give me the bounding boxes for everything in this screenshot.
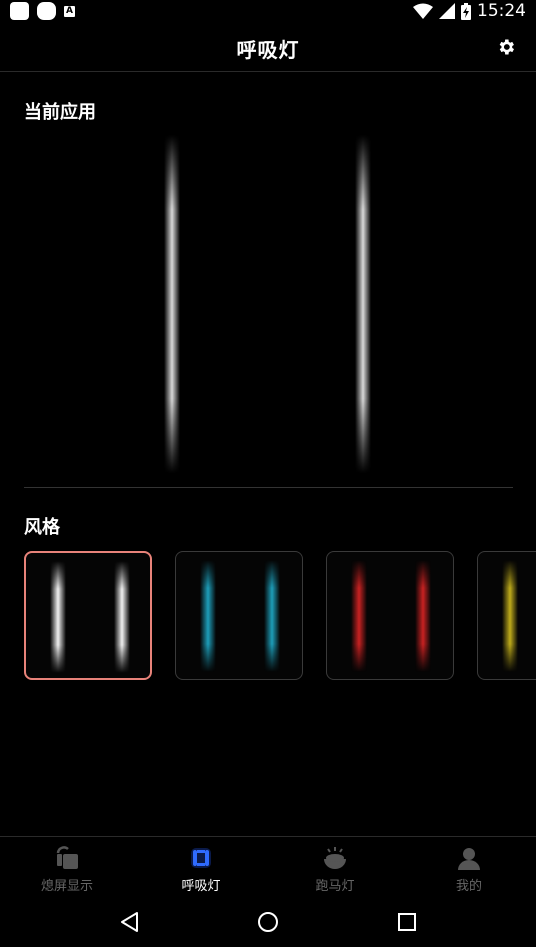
page-title: 呼吸灯	[236, 38, 300, 62]
glow-strip-right	[355, 135, 371, 473]
back-button[interactable]	[116, 909, 142, 935]
battery-icon	[461, 2, 471, 20]
current-app-title: 当前应用	[24, 102, 96, 123]
back-icon	[121, 911, 139, 932]
recents-icon	[397, 912, 416, 931]
nav-label: 呼吸灯	[181, 879, 221, 894]
notification-icons: A	[10, 2, 75, 20]
system-nav-bar	[0, 896, 536, 947]
style-glow-bar	[50, 561, 66, 673]
notification-icon	[10, 2, 29, 20]
style-glow-bar	[114, 561, 130, 673]
aod-icon	[56, 846, 78, 869]
nav-label: 跑马灯	[315, 879, 355, 894]
recents-button[interactable]	[394, 909, 420, 935]
user-icon	[458, 848, 480, 870]
home-button[interactable]	[255, 909, 281, 935]
status-bar: A 15:24	[0, 0, 536, 22]
nav-label: 熄屏显示	[40, 879, 93, 894]
nav-item-aod[interactable]: 熄屏显示	[0, 837, 134, 896]
text-notification-icon: A	[64, 5, 75, 17]
style-glow-bar	[351, 560, 367, 672]
style-glow-bar	[200, 560, 216, 672]
glow-strip-left	[164, 135, 180, 473]
style-carousel[interactable]	[24, 551, 536, 681]
signal-icon	[439, 3, 455, 19]
marquee-light-icon	[324, 847, 346, 869]
status-time: 15:24	[477, 1, 526, 21]
breathing-light-icon	[191, 848, 211, 868]
style-card[interactable]	[477, 551, 536, 680]
settings-button[interactable]	[496, 37, 516, 57]
app-bar: 呼吸灯	[0, 22, 536, 72]
style-glow-bar	[502, 560, 518, 672]
nav-label: 我的	[455, 879, 482, 894]
style-card[interactable]	[326, 551, 454, 680]
style-section-title: 风格	[24, 517, 60, 538]
style-card[interactable]	[24, 551, 152, 680]
current-glow-preview	[160, 135, 375, 473]
nav-item-marquee-light[interactable]: 跑马灯	[268, 837, 402, 896]
notification-icon	[37, 2, 56, 20]
bottom-nav: 熄屏显示 呼吸灯 跑马灯 我的	[0, 836, 536, 896]
style-card[interactable]	[175, 551, 303, 680]
nav-item-breathing-light[interactable]: 呼吸灯	[134, 837, 268, 896]
wifi-icon	[413, 3, 433, 19]
divider	[24, 487, 513, 488]
style-glow-bar	[264, 560, 280, 672]
home-icon	[257, 911, 278, 932]
nav-item-profile[interactable]: 我的	[402, 837, 536, 896]
style-glow-bar	[415, 560, 431, 672]
gear-icon	[499, 39, 514, 55]
